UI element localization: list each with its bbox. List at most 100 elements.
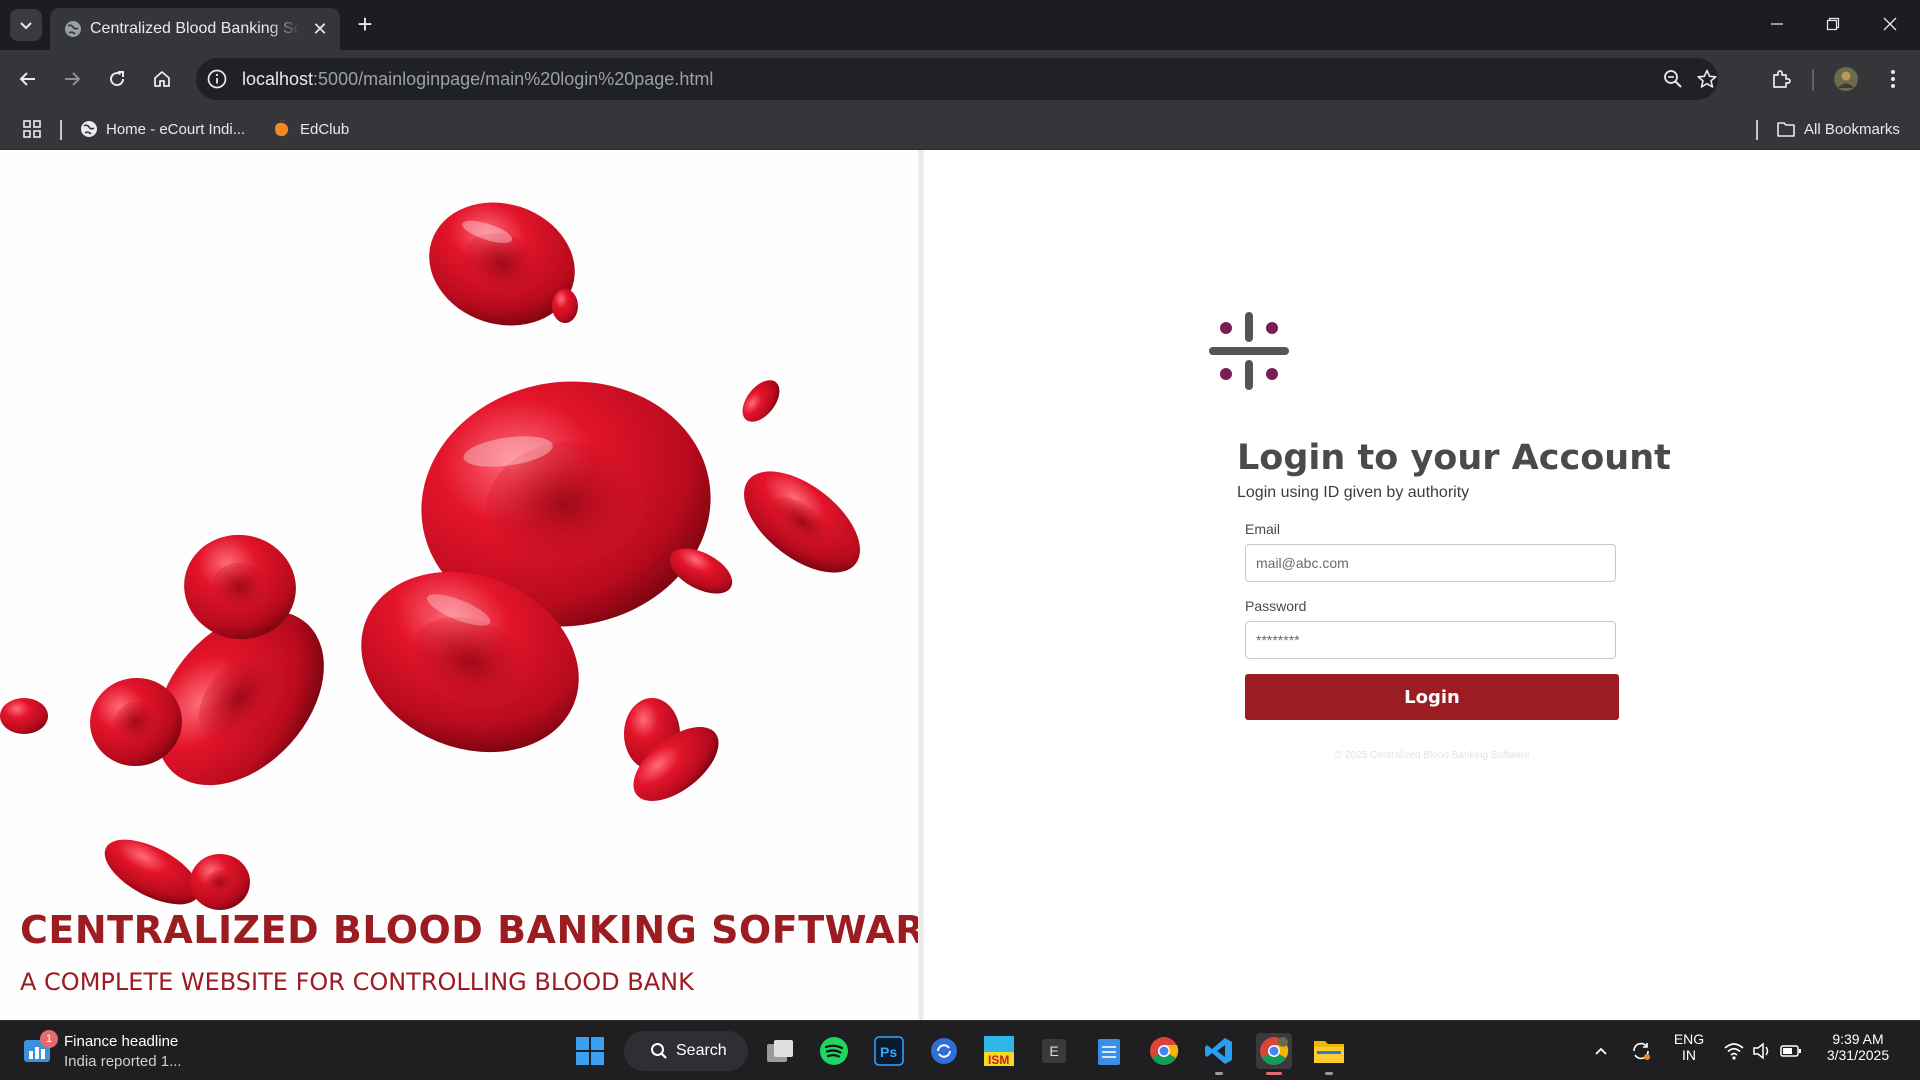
taskbar-photoshop[interactable]: Ps bbox=[871, 1033, 907, 1069]
profile-button[interactable] bbox=[1832, 65, 1860, 93]
task-view-button[interactable] bbox=[762, 1033, 798, 1069]
back-button[interactable] bbox=[14, 65, 42, 93]
windows-icon bbox=[576, 1037, 604, 1065]
taskbar-file-explorer[interactable] bbox=[1311, 1033, 1347, 1075]
bookmark-edclub[interactable]: EdClub bbox=[272, 117, 349, 141]
quick-settings-button[interactable] bbox=[1718, 1033, 1808, 1069]
url-text[interactable]: localhost:5000/mainloginpage/main%20logi… bbox=[242, 69, 713, 90]
bookmarks-bar: Home - eCourt Indi... EdClub All Bookmar… bbox=[0, 108, 1920, 150]
login-button[interactable]: Login bbox=[1245, 674, 1619, 720]
chrome-icon bbox=[1150, 1037, 1179, 1065]
news-widget[interactable]: 1 Finance headline India reported 1... bbox=[22, 1030, 222, 1072]
tray-overflow-button[interactable] bbox=[1583, 1033, 1619, 1069]
email-label: Email bbox=[1245, 521, 1281, 537]
active-tab[interactable]: Centralized Blood Banking Software ✕ bbox=[50, 8, 340, 50]
notepad-icon bbox=[1098, 1039, 1120, 1065]
reload-icon bbox=[110, 71, 125, 87]
all-bookmarks-button[interactable]: All Bookmarks bbox=[1776, 117, 1900, 141]
web-page: CENTRALIZED BLOOD BANKING SOFTWARE A COM… bbox=[0, 150, 1920, 1020]
vscode-icon bbox=[1205, 1038, 1232, 1064]
hero-panel: CENTRALIZED BLOOD BANKING SOFTWARE A COM… bbox=[0, 150, 920, 1020]
login-panel: Login to your Account Login using ID giv… bbox=[924, 150, 1920, 1020]
restore-button[interactable] bbox=[1821, 12, 1845, 36]
taskbar-ism[interactable]: ISM bbox=[981, 1033, 1017, 1069]
svg-text:ISM: ISM bbox=[988, 1053, 1009, 1067]
forward-button[interactable] bbox=[58, 65, 86, 93]
taskbar-e-app[interactable]: E bbox=[1036, 1033, 1072, 1069]
taskbar-chrome-profile[interactable] bbox=[1256, 1033, 1292, 1075]
language-code: ENG bbox=[1673, 1031, 1705, 1047]
restore-icon bbox=[1826, 17, 1840, 31]
active-indicator bbox=[1266, 1072, 1282, 1075]
taskbar-search[interactable]: Search bbox=[624, 1031, 748, 1071]
clock[interactable]: 9:39 AM 3/31/2025 bbox=[1818, 1031, 1898, 1063]
bookmark-separator bbox=[1756, 120, 1758, 140]
chevron-up-icon bbox=[1595, 1047, 1607, 1055]
chrome-profile-icon bbox=[1260, 1037, 1289, 1065]
running-indicator bbox=[1215, 1072, 1223, 1075]
tray-sync-button[interactable] bbox=[1623, 1033, 1659, 1069]
tab-title: Centralized Blood Banking Software bbox=[90, 20, 300, 37]
more-vertical-icon bbox=[1891, 70, 1895, 88]
taskbar-vscode[interactable] bbox=[1201, 1033, 1237, 1075]
start-button[interactable] bbox=[572, 1033, 608, 1069]
reload-button[interactable] bbox=[103, 65, 131, 93]
bookmark-separator bbox=[60, 120, 62, 140]
ism-icon: ISM bbox=[984, 1036, 1014, 1067]
widget-text: India reported 1... bbox=[64, 1053, 182, 1070]
close-icon bbox=[1883, 17, 1897, 31]
apps-button[interactable] bbox=[22, 117, 42, 141]
apps-grid-icon bbox=[23, 120, 41, 138]
wifi-icon bbox=[1724, 1043, 1744, 1060]
bookmark-ecourt[interactable]: Home - eCourt Indi... bbox=[80, 117, 245, 141]
close-window-button[interactable] bbox=[1878, 12, 1902, 36]
battery-icon bbox=[1780, 1045, 1801, 1057]
folder-icon bbox=[1314, 1041, 1344, 1063]
zoom-icon[interactable] bbox=[1662, 68, 1684, 90]
email-field[interactable] bbox=[1245, 544, 1616, 582]
sync-app-icon bbox=[931, 1038, 957, 1064]
bookmark-label: Home - eCourt Indi... bbox=[106, 120, 246, 138]
extensions-button[interactable] bbox=[1767, 65, 1795, 93]
new-tab-button[interactable]: + bbox=[352, 11, 378, 38]
task-view-icon bbox=[767, 1040, 793, 1062]
url-path: :5000/mainloginpage/main%20login%20page.… bbox=[313, 69, 714, 89]
edclub-icon bbox=[275, 119, 289, 137]
brand-title: CENTRALIZED BLOOD BANKING SOFTWARE bbox=[20, 908, 920, 952]
bookmark-label: EdClub bbox=[300, 120, 350, 138]
language-indicator[interactable]: ENG IN bbox=[1665, 1031, 1713, 1063]
svg-text:Ps: Ps bbox=[880, 1044, 897, 1060]
site-info-icon[interactable] bbox=[206, 68, 228, 90]
taskbar-spotify[interactable] bbox=[816, 1033, 852, 1069]
copyright-text: © 2025 Centralized Blood Banking Softwar… bbox=[1334, 750, 1531, 761]
taskbar-sync-app[interactable] bbox=[926, 1033, 962, 1069]
minimize-button[interactable] bbox=[1765, 12, 1789, 36]
toolbar-divider bbox=[1812, 69, 1814, 91]
sync-icon bbox=[1633, 1042, 1650, 1060]
browser-menu-button[interactable] bbox=[1879, 65, 1907, 93]
puzzle-icon bbox=[1773, 70, 1791, 88]
home-icon bbox=[154, 71, 170, 87]
taskbar-notepad[interactable] bbox=[1091, 1033, 1127, 1069]
volume-icon bbox=[1753, 1042, 1769, 1060]
password-label: Password bbox=[1245, 598, 1307, 614]
globe-icon bbox=[81, 121, 97, 137]
minimize-icon bbox=[1771, 23, 1783, 25]
search-icon bbox=[651, 1043, 667, 1059]
windows-taskbar: 1 Finance headline India reported 1... S… bbox=[0, 1020, 1920, 1080]
login-subheading: Login using ID given by authority bbox=[1237, 484, 1470, 501]
clock-date: 3/31/2025 bbox=[1826, 1047, 1890, 1063]
avatar bbox=[1834, 67, 1858, 91]
arrow-right-icon bbox=[65, 72, 81, 86]
address-bar[interactable]: localhost:5000/mainloginpage/main%20logi… bbox=[196, 58, 1718, 100]
blood-cells-illustration bbox=[0, 202, 860, 910]
globe-icon bbox=[65, 21, 81, 37]
taskbar-chrome[interactable] bbox=[1146, 1033, 1182, 1069]
browser-tab-bar: Centralized Blood Banking Software ✕ + bbox=[0, 0, 1920, 50]
home-button[interactable] bbox=[148, 65, 176, 93]
bookmark-star-icon[interactable] bbox=[1696, 68, 1718, 90]
region-code: IN bbox=[1682, 1047, 1696, 1063]
password-field[interactable] bbox=[1245, 621, 1616, 659]
tab-search-button[interactable] bbox=[10, 9, 42, 41]
tab-close-icon[interactable]: ✕ bbox=[310, 19, 330, 39]
